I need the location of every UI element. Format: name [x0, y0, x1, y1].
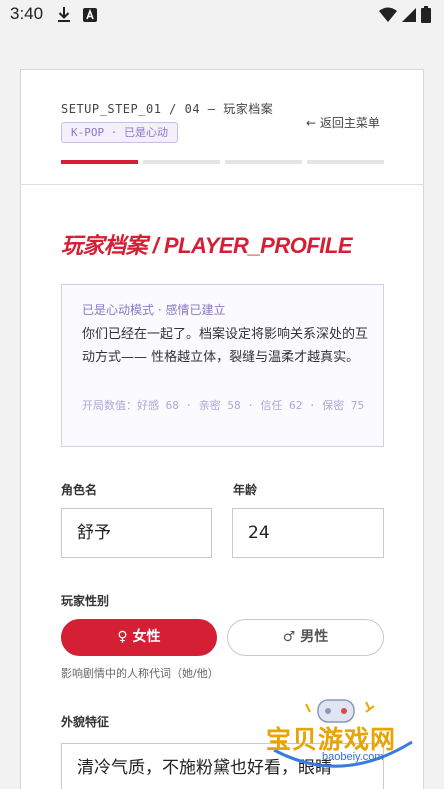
relationship-info-box: 已是心动模式 · 感情已建立 你们已经在一起了。档案设定将影响关系深处的互动方式…	[61, 284, 384, 447]
battery-icon	[421, 6, 431, 23]
name-field[interactable]: 舒予	[61, 508, 212, 558]
header-divider	[21, 184, 423, 185]
age-field[interactable]: 24	[232, 508, 384, 558]
back-to-main-menu-link[interactable]: ← 返回主菜单	[306, 114, 380, 131]
progress-segment-4	[307, 160, 384, 164]
progress-segment-2	[143, 160, 220, 164]
progress-segment-3	[225, 160, 302, 164]
status-time: 3:40	[10, 4, 44, 23]
watermark-logo: 宝贝游戏网 baobeiy.com	[266, 698, 416, 776]
wifi-icon	[379, 7, 397, 22]
gender-female-button[interactable]: ♀ 女性	[61, 619, 217, 656]
age-label: 年龄	[233, 483, 258, 497]
mood-heading: 已是心动模式 · 感情已建立	[82, 303, 226, 317]
starting-stats: 开局数值：好感 68 · 亲密 58 · 信任 62 · 保密 75	[82, 399, 365, 412]
mood-description: 你们已经在一起了。档案设定将影响关系深处的互动方式—— 性格越立体，裂缝与温柔才…	[82, 327, 369, 365]
setup-step-indicator: SETUP_STEP_01 / 04 — 玩家档案	[61, 102, 274, 116]
page-title: 玩家档案 / PLAYER_PROFILE	[61, 233, 353, 258]
gender-male-button[interactable]: ♂ 男性	[227, 619, 384, 656]
app-a-icon	[83, 8, 97, 22]
name-label: 角色名	[61, 483, 98, 497]
watermark-url: baobeiy.com	[322, 751, 384, 763]
signal-icon	[402, 8, 416, 22]
profile-card: SETUP_STEP_01 / 04 — 玩家档案 ← 返回主菜单 K-POP …	[20, 69, 424, 789]
gender-label: 玩家性别	[61, 594, 110, 608]
appearance-label: 外貌特征	[61, 715, 110, 729]
mode-tag: K-POP · 已是心动	[61, 122, 178, 143]
download-icon	[58, 7, 70, 22]
progress-segment-1	[61, 160, 138, 164]
gender-hint: 影响剧情中的人称代词（她/他）	[61, 667, 219, 680]
status-bar: 3:40	[0, 0, 444, 30]
